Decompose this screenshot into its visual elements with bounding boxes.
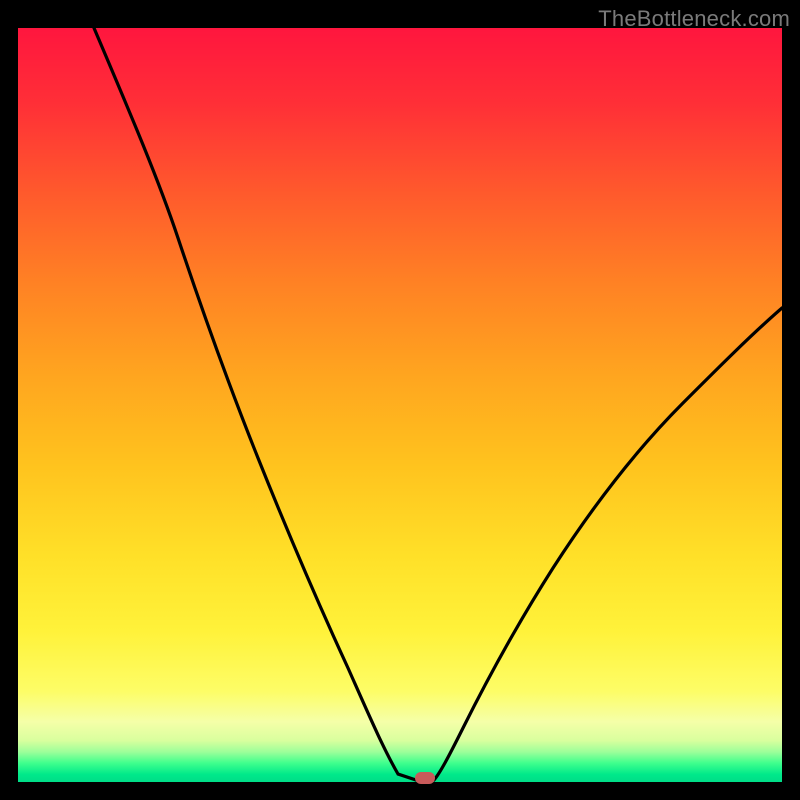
- curve-path: [94, 28, 782, 780]
- optimal-point-marker: [415, 772, 435, 784]
- chart-frame: TheBottleneck.com: [0, 0, 800, 800]
- plot-area: [18, 28, 782, 782]
- bottleneck-curve: [18, 28, 782, 782]
